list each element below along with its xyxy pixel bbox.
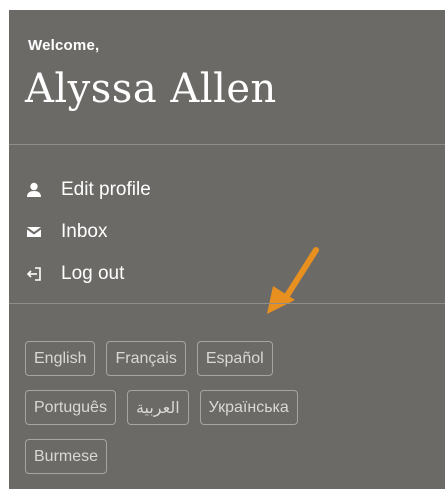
edit-profile-label: Edit profile <box>61 179 151 200</box>
log-out-link[interactable]: Log out <box>26 253 151 295</box>
welcome-label: Welcome, <box>28 37 100 54</box>
language-option-arabic[interactable]: العربية <box>126 390 189 425</box>
divider <box>9 303 445 304</box>
account-menu: Edit profile Inbox Log out <box>26 169 151 295</box>
user-icon <box>26 182 42 198</box>
language-option-french[interactable]: Français <box>106 341 186 376</box>
inbox-label: Inbox <box>61 221 108 242</box>
language-option-portuguese[interactable]: Português <box>25 390 116 425</box>
language-option-burmese[interactable]: Burmese <box>25 439 108 474</box>
user-menu-panel: Welcome, Alyssa Allen Edit profile Inbox <box>9 10 445 489</box>
language-row: Burmese <box>25 439 425 474</box>
language-option-english[interactable]: English <box>25 341 96 376</box>
log-out-icon <box>26 266 42 282</box>
language-row: Português العربية Українська <box>25 390 425 425</box>
language-option-ukrainian[interactable]: Українська <box>199 390 298 425</box>
envelope-icon <box>26 224 42 240</box>
arrow-annotation-icon <box>267 247 319 314</box>
divider <box>9 144 445 145</box>
language-selector: English Français Español Português العرب… <box>25 341 425 488</box>
edit-profile-link[interactable]: Edit profile <box>26 169 151 211</box>
language-row: English Français Español <box>25 341 425 376</box>
user-name: Alyssa Allen <box>25 66 277 112</box>
log-out-label: Log out <box>61 263 125 284</box>
inbox-link[interactable]: Inbox <box>26 211 151 253</box>
language-option-spanish[interactable]: Español <box>196 341 273 376</box>
